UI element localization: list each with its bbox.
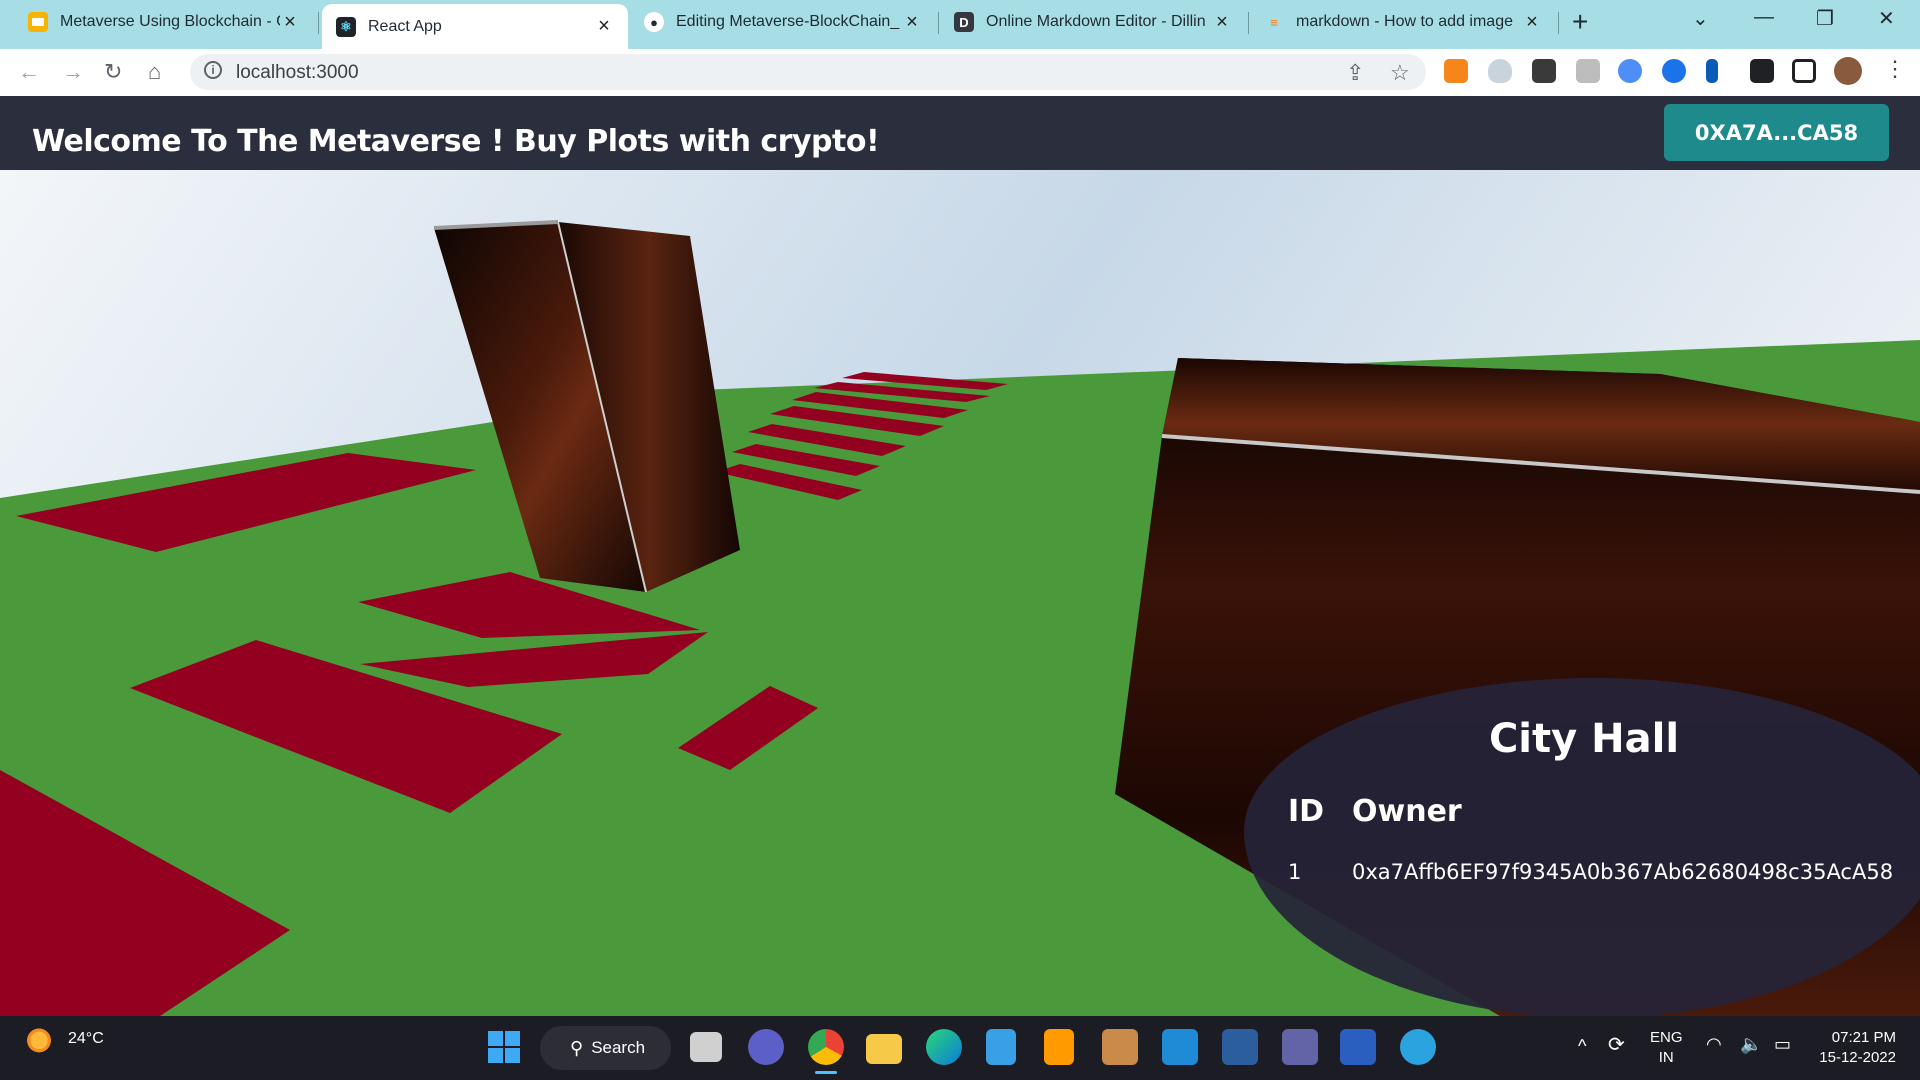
github-icon: ● (644, 12, 664, 32)
tab-title: Metaverse Using Blockchain - G (60, 13, 280, 30)
chevron-up-icon[interactable]: ^ (1578, 1036, 1586, 1057)
extension-icon[interactable] (1576, 59, 1600, 83)
url-text: localhost:3000 (236, 62, 359, 83)
tab-title: Online Markdown Editor - Dillin (986, 13, 1206, 30)
reload-icon[interactable]: ↻ (104, 59, 122, 85)
tab-metaverse-slides[interactable]: Metaverse Using Blockchain - G × (14, 0, 314, 44)
tab-title: Editing Metaverse-BlockChain_ (676, 13, 900, 30)
tab-stackoverflow[interactable]: ≡ markdown - How to add image × (1250, 0, 1556, 44)
taskbar-search[interactable]: ⚲ Search (540, 1026, 671, 1070)
side-panel-icon[interactable] (1792, 59, 1816, 83)
site-info-icon[interactable]: i (204, 61, 222, 79)
search-label: Search (591, 1038, 646, 1057)
restore-icon[interactable]: ❐ (1816, 6, 1834, 31)
browser-tabstrip: Metaverse Using Blockchain - G × ⚛ React… (0, 0, 1920, 49)
react-icon: ⚛ (336, 16, 356, 37)
search-icon: ⚲ (570, 1037, 584, 1058)
vscode-icon[interactable] (1162, 1029, 1198, 1065)
wifi-icon[interactable]: ◠ (1706, 1034, 1722, 1055)
wallet-address-button[interactable]: 0XA7A...CA58 (1664, 104, 1889, 161)
telegram-icon[interactable] (1400, 1029, 1436, 1065)
home-icon[interactable]: ⌂ (148, 59, 161, 85)
file-explorer-icon[interactable] (866, 1034, 902, 1064)
close-icon[interactable]: × (1212, 11, 1232, 34)
temperature-text: 24°C (68, 1030, 104, 1047)
word-icon[interactable] (1340, 1029, 1376, 1065)
extension-icon[interactable] (1618, 59, 1642, 83)
edge-icon[interactable] (926, 1029, 962, 1065)
dillinger-icon: D (954, 12, 974, 32)
close-icon[interactable]: × (280, 11, 300, 34)
row-id: 1 (1288, 860, 1302, 884)
slides-icon (28, 12, 48, 32)
column-header-id: ID (1288, 794, 1325, 829)
avatar[interactable] (1834, 57, 1862, 85)
new-tab-icon[interactable]: + (1572, 6, 1588, 38)
volume-icon[interactable]: 🔈 (1740, 1034, 1762, 1055)
close-icon[interactable]: × (1522, 11, 1542, 34)
battery-icon[interactable]: ▭ (1774, 1034, 1791, 1055)
app-header: Welcome To The Metaverse ! Buy Plots wit… (0, 96, 1920, 170)
sync-icon[interactable]: ⟳ (1608, 1032, 1625, 1057)
chrome-icon[interactable] (808, 1029, 844, 1065)
menu-kebab-icon[interactable]: ⋮ (1884, 56, 1906, 82)
forward-arrow-icon[interactable]: → (62, 59, 84, 85)
row-owner-address: 0xa7Affb6EF97f9345A0b367Ab62680498c35AcA… (1352, 860, 1894, 884)
mysql-workbench-icon[interactable] (1222, 1029, 1258, 1065)
column-header-owner: Owner (1352, 794, 1462, 829)
close-icon[interactable]: × (594, 15, 614, 38)
tab-title: React App (368, 17, 442, 35)
minimize-icon[interactable]: — (1754, 6, 1774, 29)
share-icon[interactable]: ⇪ (1346, 60, 1364, 86)
sublime-text-icon[interactable] (1044, 1029, 1074, 1065)
chevron-down-icon[interactable]: ⌄ (1692, 6, 1709, 31)
shield-extension-icon[interactable] (1488, 59, 1512, 83)
extension-icon[interactable] (1532, 59, 1556, 83)
windows-start-icon[interactable] (486, 1029, 522, 1065)
stackoverflow-icon: ≡ (1270, 14, 1278, 30)
tab-dillinger[interactable]: D Online Markdown Editor - Dillin × (940, 0, 1246, 44)
address-bar[interactable]: i localhost:3000 ⇪ ☆ (190, 54, 1426, 90)
extension-icon[interactable] (1662, 59, 1686, 83)
package-icon[interactable] (1102, 1029, 1138, 1065)
puzzle-extensions-icon[interactable] (1750, 59, 1774, 83)
page-title: Welcome To The Metaverse ! Buy Plots wit… (32, 124, 880, 159)
clock[interactable]: 07:21 PM 15-12-2022 (1812, 1028, 1896, 1068)
back-arrow-icon[interactable]: ← (18, 59, 40, 85)
tab-github-editing[interactable]: ● Editing Metaverse-BlockChain_ × (630, 0, 936, 44)
task-view-icon[interactable] (690, 1032, 722, 1062)
extension-icon[interactable] (1706, 59, 1718, 83)
tab-react-app[interactable]: ⚛ React App × (322, 4, 628, 49)
teams-icon[interactable] (1282, 1029, 1318, 1065)
metamask-icon[interactable] (1444, 59, 1468, 83)
window-close-icon[interactable]: ✕ (1878, 6, 1895, 31)
bookmark-star-icon[interactable]: ☆ (1390, 60, 1410, 86)
weather-widget[interactable]: 24°C (24, 1025, 104, 1053)
panel-title: City Hall (1488, 716, 1680, 762)
tab-title: markdown - How to add image (1296, 13, 1513, 30)
weather-sun-icon (24, 1025, 54, 1053)
notepad-icon[interactable] (986, 1029, 1016, 1065)
close-icon[interactable]: × (902, 11, 922, 34)
language-indicator[interactable]: ENG IN (1650, 1028, 1683, 1068)
teams-chat-icon[interactable] (748, 1029, 784, 1065)
